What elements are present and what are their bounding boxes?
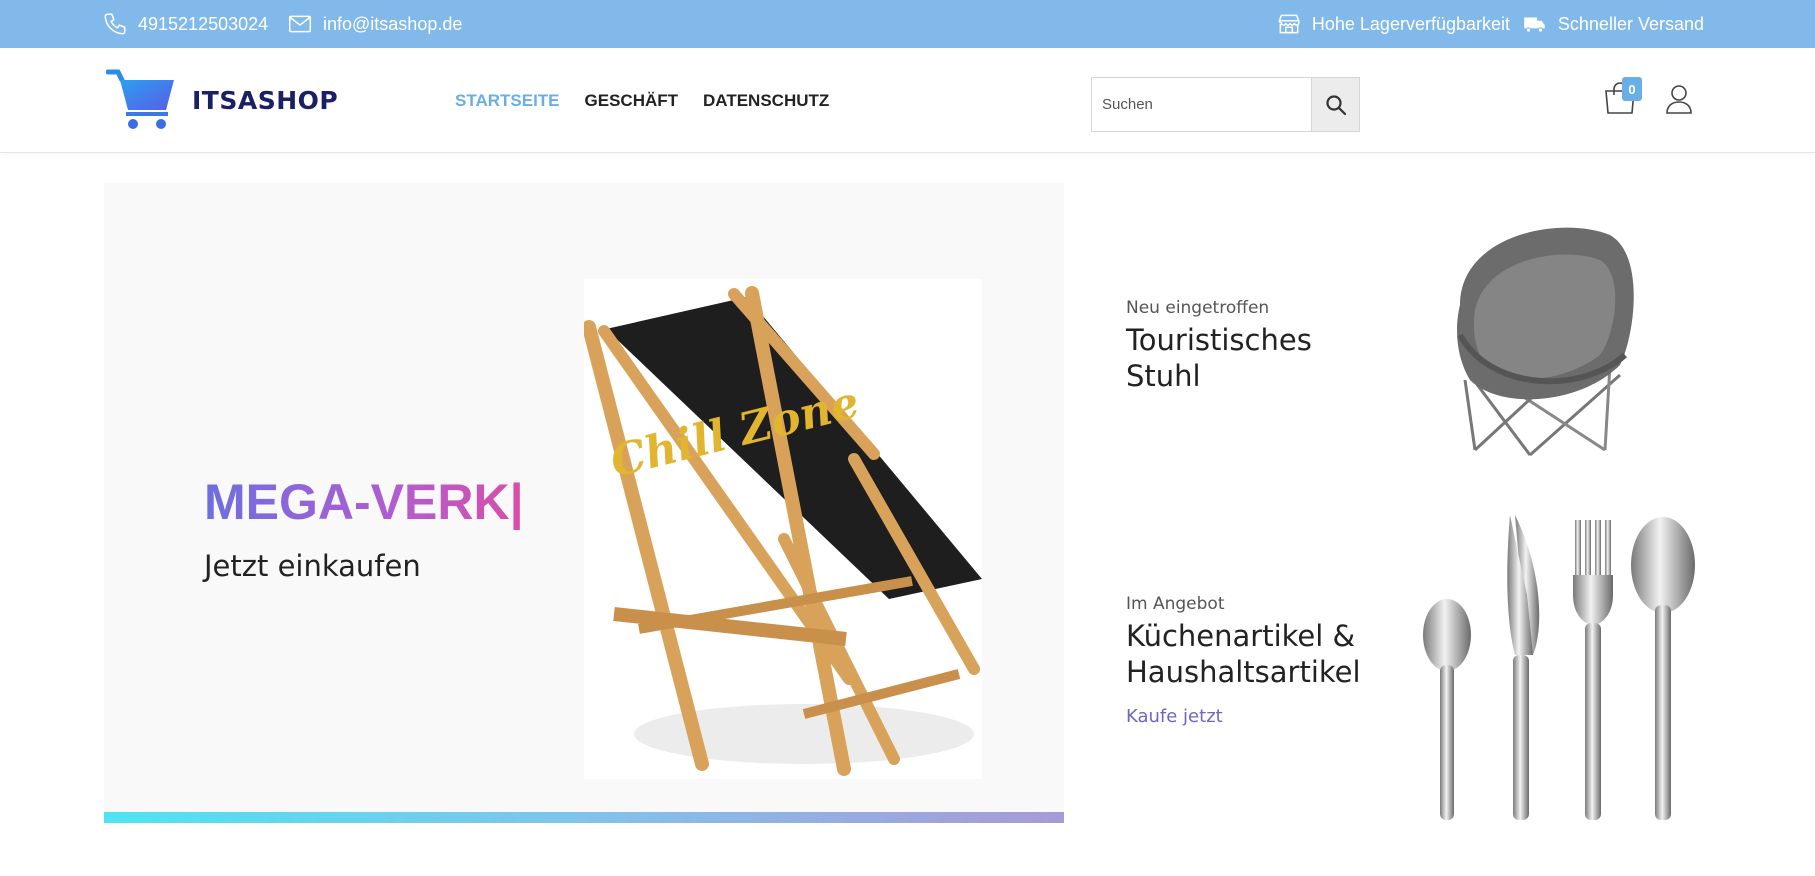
promo-kicker: Neu eingetroffen xyxy=(1126,298,1270,318)
promo-new-arrival[interactable]: Neu eingetroffen Touristisches Stuhl xyxy=(1126,298,1356,394)
top-bar: 4915212503024 info@itsashop.de Hohe Lage… xyxy=(0,0,1815,48)
promo-sale[interactable]: Im Angebot Küchenartikel & Haushaltsarti… xyxy=(1126,594,1376,727)
site-header: ITSASHOP STARTSEITE GESCHÄFT DATENSCHUTZ… xyxy=(0,48,1815,153)
warehouse-icon xyxy=(1278,14,1300,34)
search-box xyxy=(1091,77,1360,132)
user-icon xyxy=(1666,85,1692,114)
mail-icon xyxy=(288,15,312,33)
account-button[interactable] xyxy=(1664,83,1694,115)
shipping-label: Schneller Versand xyxy=(1557,13,1704,34)
logo-text: ITSASHOP xyxy=(192,85,339,115)
hero-subtitle: Jetzt einkaufen xyxy=(204,549,421,583)
nav-item-geschaeft[interactable]: GESCHÄFT xyxy=(585,91,679,111)
cart-icon xyxy=(106,69,174,129)
search-icon xyxy=(1325,94,1346,115)
shop-now-link[interactable]: Kaufe jetzt xyxy=(1126,706,1223,727)
stock-label: Hohe Lagerverfügbarkeit xyxy=(1311,13,1510,34)
search-input[interactable] xyxy=(1092,78,1311,131)
email-link[interactable]: info@itsashop.de xyxy=(287,0,462,48)
stock-info: Hohe Lagerverfügbarkeit xyxy=(1276,0,1510,48)
email-address: info@itsashop.de xyxy=(323,13,463,34)
deck-chair-image: Chill Zone xyxy=(582,279,982,779)
logo[interactable]: ITSASHOP xyxy=(106,68,338,132)
nav-item-datenschutz[interactable]: DATENSCHUTZ xyxy=(703,91,829,111)
phone-icon xyxy=(104,13,126,35)
search-button[interactable] xyxy=(1311,78,1359,131)
hero-banner[interactable]: MEGA-VERK| Jetzt einkaufen Chill Zone xyxy=(104,183,1064,823)
hero-title: MEGA-VERK| xyxy=(204,474,524,530)
cart-count-badge: 0 xyxy=(1622,77,1642,101)
promo-kicker: Im Angebot xyxy=(1126,594,1225,614)
hero-progress-bar xyxy=(104,812,1064,823)
phone-link[interactable]: 4915212503024 xyxy=(102,0,268,48)
camping-chair-image xyxy=(1430,215,1655,465)
promo-title: Touristisches Stuhl xyxy=(1126,323,1312,393)
main-nav: STARTSEITE GESCHÄFT DATENSCHUTZ xyxy=(455,48,829,153)
phone-number: 4915212503024 xyxy=(138,13,269,34)
shipping-info: Schneller Versand xyxy=(1522,0,1704,48)
cutlery-image xyxy=(1415,505,1705,825)
nav-item-startseite[interactable]: STARTSEITE xyxy=(455,91,560,111)
cart-button[interactable]: 0 xyxy=(1602,77,1642,119)
promo-title: Küchenartikel & Haushaltsartikel xyxy=(1126,619,1361,689)
truck-icon xyxy=(1524,17,1545,33)
